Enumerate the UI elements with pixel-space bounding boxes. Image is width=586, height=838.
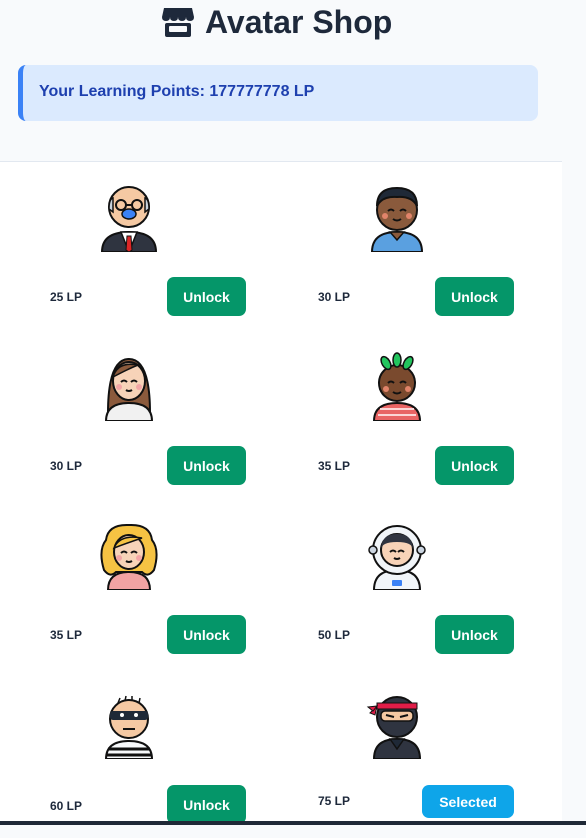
price-label: 35 LP	[50, 628, 83, 642]
page-header: Avatar Shop	[0, 0, 586, 48]
price-label: 25 LP	[50, 290, 83, 304]
unlock-button[interactable]: Unlock	[167, 785, 246, 824]
price-label: 30 LP	[318, 290, 351, 304]
unlock-button[interactable]: Unlock	[167, 446, 246, 485]
avatar-card: 50 LP Unlock	[268, 500, 536, 669]
old-man-avatar-icon	[98, 182, 160, 252]
price-label: 35 LP	[318, 459, 351, 473]
learning-points-banner: Your Learning Points: 177777778 LP	[18, 65, 538, 121]
avatar-card: 30 LP Unlock	[0, 331, 268, 500]
burglar-avatar-icon	[98, 689, 160, 759]
avatar-card: 30 LP Unlock	[268, 162, 536, 331]
avatar-card: 35 LP Unlock	[268, 331, 536, 500]
unlock-button[interactable]: Unlock	[435, 277, 514, 316]
boy-dark-avatar-icon	[366, 182, 428, 252]
price-label: 50 LP	[318, 628, 351, 642]
girl-brown-hair-avatar-icon	[98, 351, 160, 421]
unlock-button[interactable]: Unlock	[167, 615, 246, 654]
unlock-button[interactable]: Unlock	[167, 277, 246, 316]
avatar-card: 35 LP Unlock	[0, 500, 268, 669]
price-label: 75 LP	[318, 794, 351, 808]
price-label: 60 LP	[50, 799, 83, 813]
unlock-button[interactable]: Unlock	[435, 615, 514, 654]
selected-button[interactable]: Selected	[422, 785, 514, 818]
learning-points-text: Your Learning Points: 177777778 LP	[39, 83, 315, 100]
astronaut-avatar-icon	[366, 520, 428, 590]
ninja-avatar-icon	[366, 689, 428, 759]
girl-blonde-avatar-icon	[98, 520, 160, 590]
page-title: Avatar Shop	[205, 4, 393, 40]
kid-green-locs-avatar-icon	[366, 351, 428, 421]
avatar-card: 25 LP Unlock	[0, 162, 268, 331]
unlock-button[interactable]: Unlock	[435, 446, 514, 485]
store-icon	[162, 8, 194, 37]
price-label: 30 LP	[50, 459, 83, 473]
avatar-card: 60 LP Unlock	[0, 669, 268, 838]
avatar-grid: 25 LP Unlock 30 LP Unlock 30 LP Unlock 3…	[0, 162, 562, 825]
bottom-edge	[0, 821, 586, 825]
